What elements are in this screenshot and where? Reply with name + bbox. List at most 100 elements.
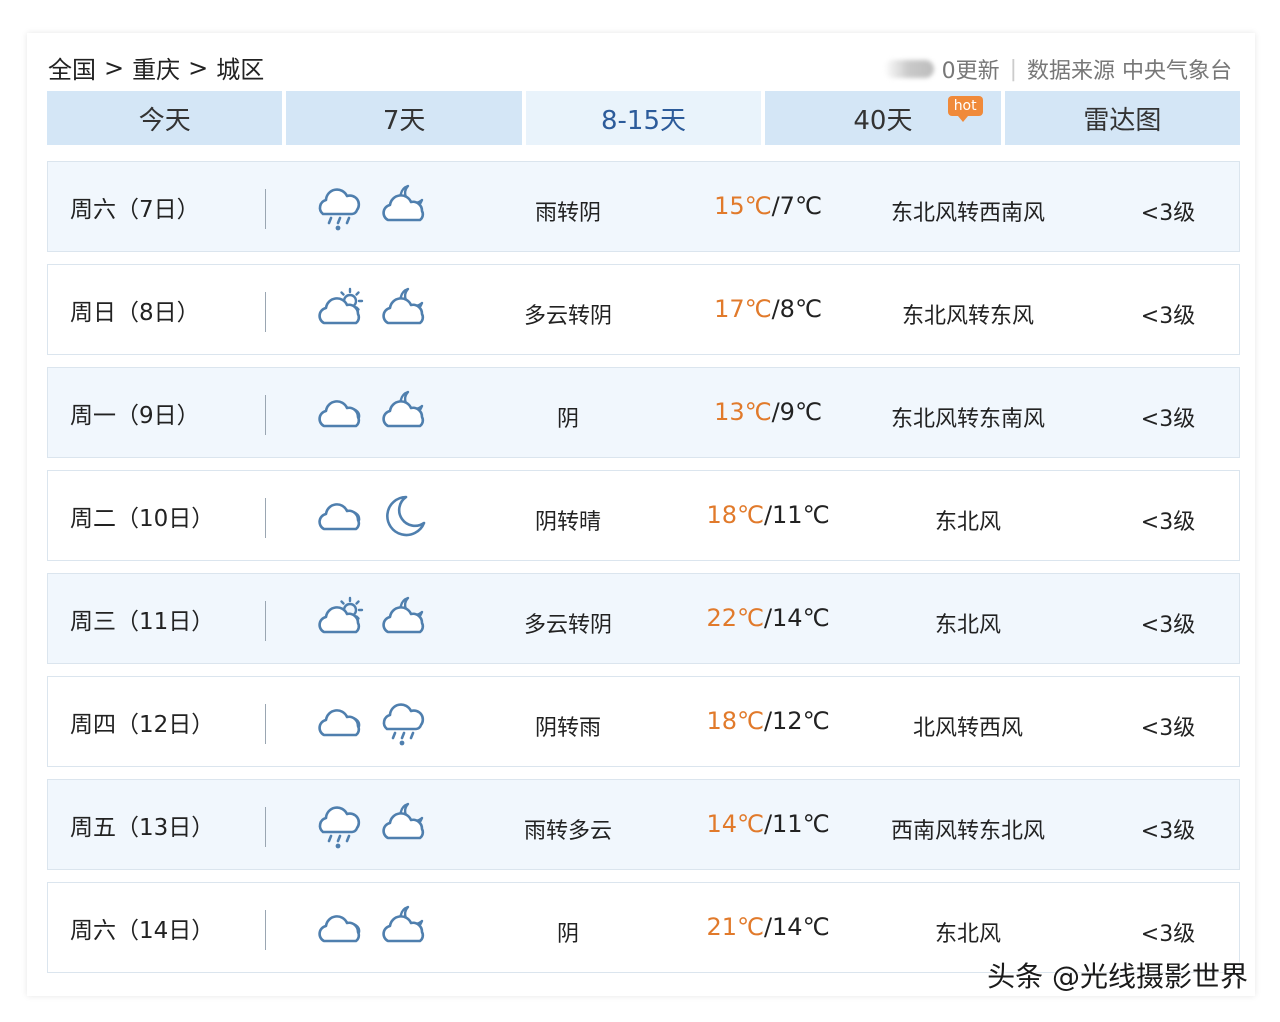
tab-label: 40天 — [853, 105, 913, 136]
forecast-row: 周一（9日） 阴 13℃/9℃ 东北风转东南风 <3级 — [47, 367, 1240, 458]
tab-label: 今天 — [138, 105, 191, 136]
tab-today[interactable]: 今天 — [47, 91, 283, 145]
forecast-row: 周二（10日） 阴转晴 18℃/11℃ 东北风 <3级 — [47, 470, 1240, 561]
temperature: 17℃/8℃ — [668, 295, 868, 323]
weather-icons — [314, 903, 430, 957]
cloud-rain-icon — [378, 697, 430, 751]
cloud-icon — [314, 388, 366, 442]
update-text: 0更新 — [941, 59, 1000, 84]
day-label: 周六（14日） — [70, 918, 215, 944]
watermark: 头条 @光线摄影世界 — [987, 960, 1248, 993]
cloud-icon — [314, 491, 366, 545]
weather-icons — [314, 594, 430, 648]
low-temp: /12℃ — [763, 707, 830, 735]
wind-direction: 北风转西风 — [912, 716, 1023, 741]
wind-level: <3级 — [1140, 819, 1196, 844]
temperature: 13℃/9℃ — [668, 398, 868, 426]
hot-badge: hot — [947, 96, 983, 122]
cloud-moon-icon — [378, 800, 430, 854]
day-label: 周日（8日） — [70, 300, 200, 326]
breadcrumb-district: 城区 — [216, 56, 265, 84]
high-temp: 17℃ — [714, 295, 772, 323]
forecast-row: 周日（8日） 多云转阴 17℃/8℃ 东北风转东风 <3级 — [47, 264, 1240, 355]
weather-description: 多云转阴 — [523, 613, 612, 638]
row-divider — [265, 910, 266, 950]
day-label: 周一（9日） — [70, 403, 200, 429]
wind-direction: 东北风转西南风 — [890, 201, 1045, 226]
tab-8-15-days[interactable]: 8-15天 — [525, 91, 762, 145]
forecast-list: 周六（7日） 雨转阴 15℃/7℃ 东北风转西南风 <3级 周日（8日） 多云转阴 17℃/8… — [47, 161, 1240, 985]
cloud-sun-icon — [314, 594, 366, 648]
cloud-moon-icon — [378, 388, 430, 442]
wind-direction: 东北风转东南风 — [890, 407, 1045, 432]
cloud-moon-icon — [378, 285, 430, 339]
high-temp: 18℃ — [706, 501, 764, 529]
weather-icons — [314, 491, 430, 545]
data-source: 数据来源 中央气象台 — [1027, 59, 1232, 84]
row-divider — [265, 498, 266, 538]
day-label: 周五（13日） — [70, 815, 215, 841]
row-divider — [265, 395, 266, 435]
weather-description: 阴 — [556, 922, 579, 947]
update-meta: 0更新 | 数据来源 中央气象台 — [883, 53, 1232, 85]
wind-direction: 东北风转东风 — [901, 304, 1034, 329]
low-temp: /11℃ — [763, 810, 830, 838]
high-temp: 14℃ — [706, 810, 764, 838]
cloud-moon-icon — [378, 594, 430, 648]
cloud-rain-icon — [314, 800, 366, 854]
weather-icons — [314, 800, 430, 854]
day-label: 周三（11日） — [70, 609, 215, 635]
wind-direction: 东北风 — [934, 922, 1001, 947]
wind-level: <3级 — [1140, 922, 1196, 947]
tab-label: 8-15天 — [601, 105, 687, 136]
temperature: 18℃/12℃ — [668, 707, 868, 735]
wind-level: <3级 — [1140, 407, 1196, 432]
low-temp: /11℃ — [763, 501, 830, 529]
cloud-moon-icon — [378, 182, 430, 236]
wind-direction: 西南风转东北风 — [890, 819, 1045, 844]
tab-label: 雷达图 — [1083, 105, 1162, 136]
tab-radar[interactable]: 雷达图 — [1004, 91, 1241, 145]
breadcrumb-separator: > — [104, 53, 125, 82]
weather-description: 阴转雨 — [534, 716, 601, 741]
wind-direction: 东北风 — [934, 510, 1001, 535]
low-temp: /14℃ — [763, 913, 830, 941]
weather-description: 多云转阴 — [523, 304, 612, 329]
tab-label: 7天 — [382, 105, 426, 136]
low-temp: /8℃ — [771, 295, 822, 323]
temperature: 15℃/7℃ — [668, 192, 868, 220]
moon-icon — [378, 491, 430, 545]
blurred-time — [883, 60, 934, 78]
forecast-row: 周六（7日） 雨转阴 15℃/7℃ 东北风转西南风 <3级 — [47, 161, 1240, 252]
temperature: 14℃/11℃ — [668, 810, 868, 838]
tab-40-days[interactable]: 40天 hot — [765, 91, 1001, 145]
breadcrumb-province[interactable]: 重庆 — [132, 50, 180, 85]
forecast-row: 周四（12日） 阴转雨 18℃/12℃ 北风转西风 <3级 — [47, 676, 1240, 767]
high-temp: 18℃ — [706, 707, 764, 735]
meta-divider: | — [1009, 56, 1017, 82]
breadcrumb: 全国 > 重庆 > 城区 — [48, 50, 264, 85]
tab-7-days[interactable]: 7天 — [286, 91, 522, 145]
low-temp: /9℃ — [771, 398, 822, 426]
weather-description: 雨转阴 — [534, 201, 601, 226]
row-divider — [265, 292, 266, 332]
cloud-icon — [314, 697, 366, 751]
high-temp: 13℃ — [714, 398, 772, 426]
temperature: 18℃/11℃ — [668, 501, 868, 529]
forecast-row: 周五（13日） 雨转多云 14℃/11℃ 西南风转东北风 <3级 — [47, 779, 1240, 870]
day-label: 周四（12日） — [70, 712, 215, 738]
breadcrumb-country[interactable]: 全国 — [48, 50, 96, 85]
forecast-tabs: 今天 7天 8-15天 40天 hot 雷达图 — [47, 91, 1241, 145]
cloud-rain-icon — [314, 182, 366, 236]
cloud-moon-icon — [378, 903, 430, 957]
day-label: 周二（10日） — [70, 506, 215, 532]
weather-icons — [314, 388, 430, 442]
day-label: 周六（7日） — [70, 197, 200, 223]
temperature: 22℃/14℃ — [668, 604, 868, 632]
high-temp: 22℃ — [706, 604, 764, 632]
row-divider — [265, 601, 266, 641]
weather-description: 雨转多云 — [523, 819, 612, 844]
forecast-row: 周三（11日） 多云转阴 22℃/14℃ 东北风 <3级 — [47, 573, 1240, 664]
high-temp: 15℃ — [714, 192, 772, 220]
weather-description: 阴转晴 — [534, 510, 601, 535]
